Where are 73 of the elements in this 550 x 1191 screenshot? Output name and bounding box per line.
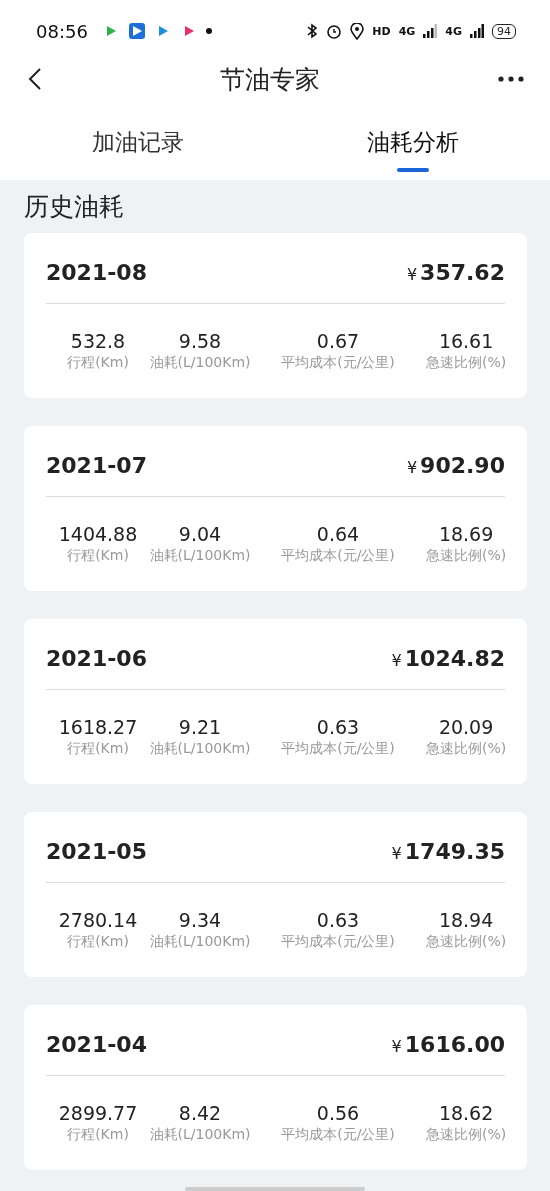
- metric-value: 18.62: [438, 1102, 494, 1124]
- metric-label: 行程(Km): [67, 933, 129, 951]
- metric-label: 平均成本(元/公里): [281, 354, 395, 372]
- metric-label: 急速比例(%): [426, 354, 507, 372]
- metric-label: 行程(Km): [67, 354, 129, 372]
- alarm-icon: [326, 23, 343, 39]
- metric-label: 平均成本(元/公里): [281, 1126, 395, 1144]
- record-month: 2021-06: [46, 645, 147, 671]
- metric-value: 9.21: [178, 716, 222, 738]
- metric-value: 0.64: [316, 523, 360, 545]
- metric-label: 行程(Km): [67, 1126, 129, 1144]
- record-month: 2021-07: [46, 452, 147, 478]
- metric-value: 2899.77: [58, 1102, 138, 1124]
- status-time: 08:56: [36, 20, 88, 42]
- metric-label: 平均成本(元/公里): [281, 547, 395, 565]
- section-title: 历史油耗: [24, 191, 125, 223]
- metric-label: 油耗(L/100Km): [149, 933, 251, 951]
- bluetooth-icon: [306, 23, 319, 39]
- record-month: 2021-04: [46, 1031, 147, 1057]
- record-amount: 902.90: [420, 452, 505, 478]
- metric-value: 16.61: [438, 330, 494, 352]
- location-icon: [350, 22, 365, 40]
- metric-value: 1618.27: [58, 716, 138, 738]
- record-amount: 1024.82: [404, 645, 505, 671]
- metric-value: 9.58: [178, 330, 222, 352]
- record-month: 2021-08: [46, 259, 147, 285]
- network-label: 4G: [445, 24, 462, 38]
- network-label: HD: [372, 24, 391, 38]
- metric-label: 油耗(L/100Km): [149, 1126, 251, 1144]
- metric-label: 油耗(L/100Km): [149, 547, 251, 565]
- signal-icon: [470, 24, 484, 38]
- more-button[interactable]: [498, 76, 524, 82]
- network-label: 4G: [398, 24, 416, 38]
- metric-value: 532.8: [70, 330, 126, 352]
- metric-value: 18.94: [438, 909, 494, 931]
- metric-label: 平均成本(元/公里): [281, 740, 395, 758]
- metric-label: 急速比例(%): [426, 933, 507, 951]
- currency-sign: ¥: [406, 457, 418, 477]
- metric-label: 平均成本(元/公里): [281, 933, 395, 951]
- page-title: 节油专家: [220, 63, 320, 96]
- metric-label: 油耗(L/100Km): [149, 740, 251, 758]
- metric-value: 8.42: [178, 1102, 222, 1124]
- record-amount: 1616.00: [404, 1031, 505, 1057]
- record-amount: 1749.35: [404, 838, 505, 864]
- metric-label: 行程(Km): [67, 740, 129, 758]
- metric-value: 0.56: [316, 1102, 360, 1124]
- metric-value: 1404.88: [58, 523, 138, 545]
- notification-dot-icon: [205, 28, 212, 34]
- metric-label: 油耗(L/100Km): [149, 354, 251, 372]
- back-button[interactable]: [28, 67, 42, 91]
- record-amount: 357.62: [420, 259, 505, 285]
- metric-value: 0.63: [316, 909, 360, 931]
- metric-value: 2780.14: [58, 909, 138, 931]
- tab[interactable]: 加油记录: [0, 94, 275, 180]
- app-icon: [127, 22, 146, 40]
- metric-label: 急速比例(%): [426, 547, 507, 565]
- record-month: 2021-05: [46, 838, 147, 864]
- battery-level: 94: [492, 23, 516, 39]
- currency-sign: ¥: [406, 264, 418, 284]
- metric-value: 0.63: [316, 716, 360, 738]
- metric-value: 9.34: [178, 909, 222, 931]
- metric-label: 行程(Km): [67, 547, 129, 565]
- metric-label: 急速比例(%): [426, 740, 507, 758]
- metric-value: 20.09: [438, 716, 494, 738]
- metric-label: 急速比例(%): [426, 1126, 507, 1144]
- metric-value: 9.04: [178, 523, 222, 545]
- signal-icon: [423, 24, 438, 38]
- currency-sign: ¥: [391, 1036, 402, 1056]
- currency-sign: ¥: [391, 843, 402, 863]
- currency-sign: ¥: [391, 650, 402, 670]
- metric-value: 0.67: [316, 330, 360, 352]
- metric-value: 18.69: [438, 523, 494, 545]
- tab[interactable]: 油耗分析: [275, 94, 550, 180]
